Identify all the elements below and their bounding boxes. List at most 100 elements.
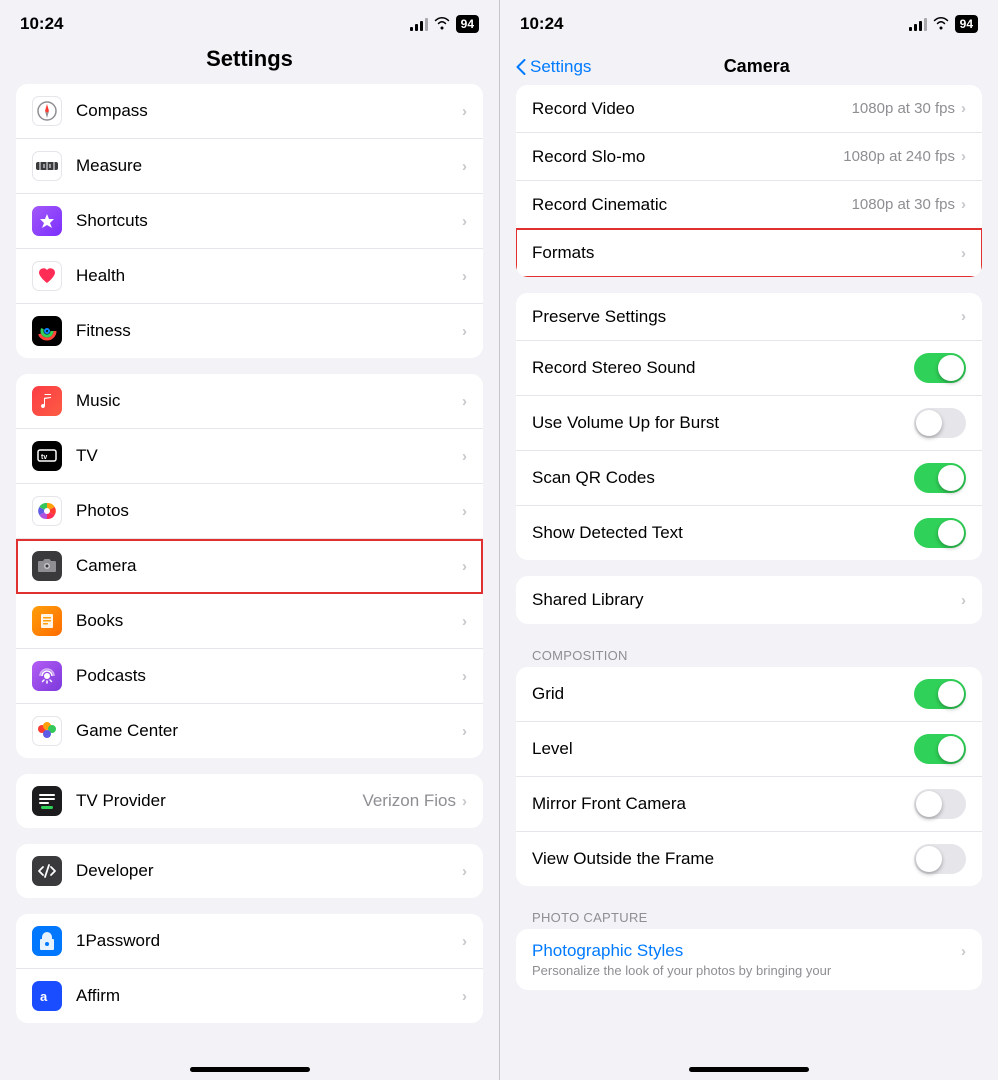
camera-formats[interactable]: Formats › [516, 229, 982, 277]
camera-show-text[interactable]: Show Detected Text [516, 506, 982, 560]
settings-item-podcasts[interactable]: Podcasts › [16, 649, 483, 704]
left-page-title: Settings [0, 42, 499, 84]
camera-mirror-front[interactable]: Mirror Front Camera [516, 777, 982, 832]
record-stereo-toggle[interactable] [914, 353, 966, 383]
music-label: Music [76, 391, 462, 411]
measure-chevron: › [462, 158, 467, 175]
fitness-icon [32, 316, 62, 346]
preserve-settings-label: Preserve Settings [532, 307, 961, 327]
settings-item-measure[interactable]: Measure › [16, 139, 483, 194]
record-cinematic-chevron: › [961, 196, 966, 213]
settings-item-books[interactable]: Books › [16, 594, 483, 649]
battery-icon: 94 [456, 15, 479, 33]
settings-item-tvprovider[interactable]: TV Provider Verizon Fios › [16, 774, 483, 828]
tvprovider-label: TV Provider [76, 791, 362, 811]
show-text-toggle[interactable] [914, 518, 966, 548]
camera-record-video[interactable]: Record Video 1080p at 30 fps › [516, 85, 982, 133]
record-video-chevron: › [961, 100, 966, 117]
grid-toggle[interactable] [914, 679, 966, 709]
podcasts-label: Podcasts [76, 666, 462, 686]
right-time: 10:24 [520, 14, 563, 34]
developer-label: Developer [76, 861, 462, 881]
camera-shared-library[interactable]: Shared Library › [516, 576, 982, 624]
camera-record-stereo[interactable]: Record Stereo Sound [516, 341, 982, 396]
settings-group-1: Compass › Measure › Shortcuts › [16, 84, 483, 358]
affirm-icon: a [32, 981, 62, 1011]
home-indicator-left [0, 1059, 499, 1080]
settings-item-fitness[interactable]: Fitness › [16, 304, 483, 358]
camera-level[interactable]: Level [516, 722, 982, 777]
health-label: Health [76, 266, 462, 286]
fitness-chevron: › [462, 323, 467, 340]
fitness-label: Fitness [76, 321, 462, 341]
camera-volume-burst[interactable]: Use Volume Up for Burst [516, 396, 982, 451]
camera-photo-styles[interactable]: Photographic Styles › Personalize the lo… [516, 929, 982, 990]
books-chevron: › [462, 613, 467, 630]
settings-item-shortcuts[interactable]: Shortcuts › [16, 194, 483, 249]
camera-video-group: Record Video 1080p at 30 fps › Record Sl… [516, 85, 982, 277]
camera-preserve-settings[interactable]: Preserve Settings › [516, 293, 982, 341]
settings-item-compass[interactable]: Compass › [16, 84, 483, 139]
right-bottom-spacer [516, 1006, 982, 1026]
affirm-chevron: › [462, 988, 467, 1005]
photos-label: Photos [76, 501, 462, 521]
scan-qr-toggle[interactable] [914, 463, 966, 493]
right-status-icons: 94 [909, 15, 978, 33]
bottom-spacer [16, 1039, 483, 1059]
view-outside-toggle[interactable] [914, 844, 966, 874]
settings-item-camera[interactable]: Camera › [16, 539, 483, 594]
compass-chevron: › [462, 103, 467, 120]
left-status-icons: 94 [410, 15, 479, 33]
back-label: Settings [530, 57, 591, 77]
shared-library-chevron: › [961, 592, 966, 609]
record-video-label: Record Video [532, 99, 852, 119]
shortcuts-label: Shortcuts [76, 211, 462, 231]
show-text-label: Show Detected Text [532, 523, 914, 543]
scan-qr-label: Scan QR Codes [532, 468, 914, 488]
record-slomo-chevron: › [961, 148, 966, 165]
record-slomo-label: Record Slo-mo [532, 147, 843, 167]
music-chevron: › [462, 393, 467, 410]
back-button[interactable]: Settings [516, 57, 591, 77]
podcasts-chevron: › [462, 668, 467, 685]
books-label: Books [76, 611, 462, 631]
volume-burst-toggle[interactable] [914, 408, 966, 438]
camera-grid[interactable]: Grid [516, 667, 982, 722]
level-toggle[interactable] [914, 734, 966, 764]
settings-item-tv[interactable]: tv TV › [16, 429, 483, 484]
1password-chevron: › [462, 933, 467, 950]
camera-shared-group: Shared Library › [516, 576, 982, 624]
settings-item-health[interactable]: Health › [16, 249, 483, 304]
tv-icon: tv [32, 441, 62, 471]
settings-item-photos[interactable]: Photos › [16, 484, 483, 539]
music-icon [32, 386, 62, 416]
compass-label: Compass [76, 101, 462, 121]
settings-item-music[interactable]: Music › [16, 374, 483, 429]
record-video-value: 1080p at 30 fps [852, 100, 955, 117]
camera-scan-qr[interactable]: Scan QR Codes [516, 451, 982, 506]
photo-styles-desc: Personalize the look of your photos by b… [532, 963, 831, 978]
tvprovider-icon [32, 786, 62, 816]
measure-icon [32, 151, 62, 181]
camera-settings-group: Preserve Settings › Record Stereo Sound … [516, 293, 982, 560]
1password-label: 1Password [76, 931, 462, 951]
settings-item-affirm[interactable]: a Affirm › [16, 969, 483, 1023]
mirror-front-toggle[interactable] [914, 789, 966, 819]
settings-item-gamecenter[interactable]: Game Center › [16, 704, 483, 758]
record-cinematic-value: 1080p at 30 fps [852, 196, 955, 213]
photos-chevron: › [462, 503, 467, 520]
photos-icon [32, 496, 62, 526]
settings-item-developer[interactable]: Developer › [16, 844, 483, 898]
camera-record-slomo[interactable]: Record Slo-mo 1080p at 240 fps › [516, 133, 982, 181]
grid-label: Grid [532, 684, 914, 704]
tvprovider-value: Verizon Fios [362, 791, 456, 811]
camera-view-outside[interactable]: View Outside the Frame [516, 832, 982, 886]
affirm-label: Affirm [76, 986, 462, 1006]
formats-label: Formats [532, 243, 961, 263]
camera-record-cinematic[interactable]: Record Cinematic 1080p at 30 fps › [516, 181, 982, 229]
wifi-icon [434, 16, 450, 33]
shared-library-label: Shared Library [532, 590, 961, 610]
photo-capture-header: PHOTO CAPTURE [516, 902, 982, 929]
settings-item-1password[interactable]: 1Password › [16, 914, 483, 969]
right-signal-icon [909, 17, 927, 31]
